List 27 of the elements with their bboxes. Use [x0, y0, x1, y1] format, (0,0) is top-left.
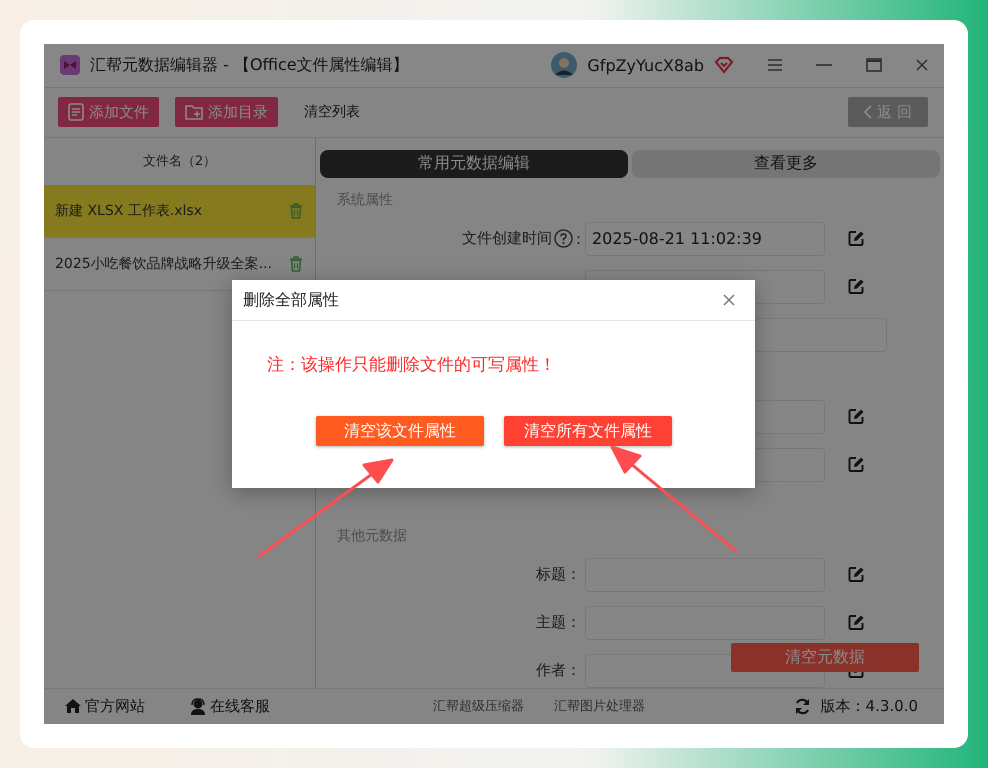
section-title: 系统属性 [337, 190, 394, 209]
warning-message: 注：该操作只能删除文件的可写属性！ [267, 354, 557, 376]
column-header: 文件名（2） [142, 153, 218, 172]
field-label: 主题： [536, 613, 581, 632]
footer-link[interactable]: 汇帮超级压缩器 [432, 697, 524, 716]
version-text: 版本：4.3.0.0 [820, 696, 918, 716]
dialog-button[interactable]: 清空该文件属性 [316, 416, 484, 446]
clear-list-button[interactable]: 清空列表 [294, 97, 370, 128]
clear-metadata-floating-button[interactable]: 清空元数据 [731, 642, 919, 672]
footer-link[interactable]: 官方网站 [64, 696, 145, 716]
window-title: 汇帮元数据编辑器 - 【Office文件属性编辑】 [90, 54, 409, 76]
field-label: 标题： [536, 565, 581, 584]
colon-text: : [576, 230, 581, 248]
toolbar-button[interactable]: 添加文件 [58, 97, 159, 128]
input-field[interactable]: 2025-08-21 11:02:39 [585, 222, 825, 256]
dialog-title: 删除全部属性 [243, 290, 339, 310]
tab[interactable]: 查看更多 [632, 150, 940, 178]
footer-link[interactable]: 汇帮图片处理器 [554, 697, 645, 716]
footer-link[interactable]: 在线客服 [189, 696, 270, 716]
field-label: 作者： [536, 661, 581, 680]
file-list-item[interactable]: 新建 XLSX 工作表.xlsx [44, 184, 315, 238]
dialog-button[interactable]: 清空所有文件属性 [504, 416, 672, 446]
section-title: 其他元数据 [337, 526, 408, 545]
field-label: 文件创建时间 [462, 229, 552, 248]
user-name: GfpZyYucX8ab [587, 56, 704, 75]
tab[interactable]: 常用元数据编辑 [320, 150, 628, 178]
toolbar-button[interactable]: 添加目录 [175, 97, 278, 128]
